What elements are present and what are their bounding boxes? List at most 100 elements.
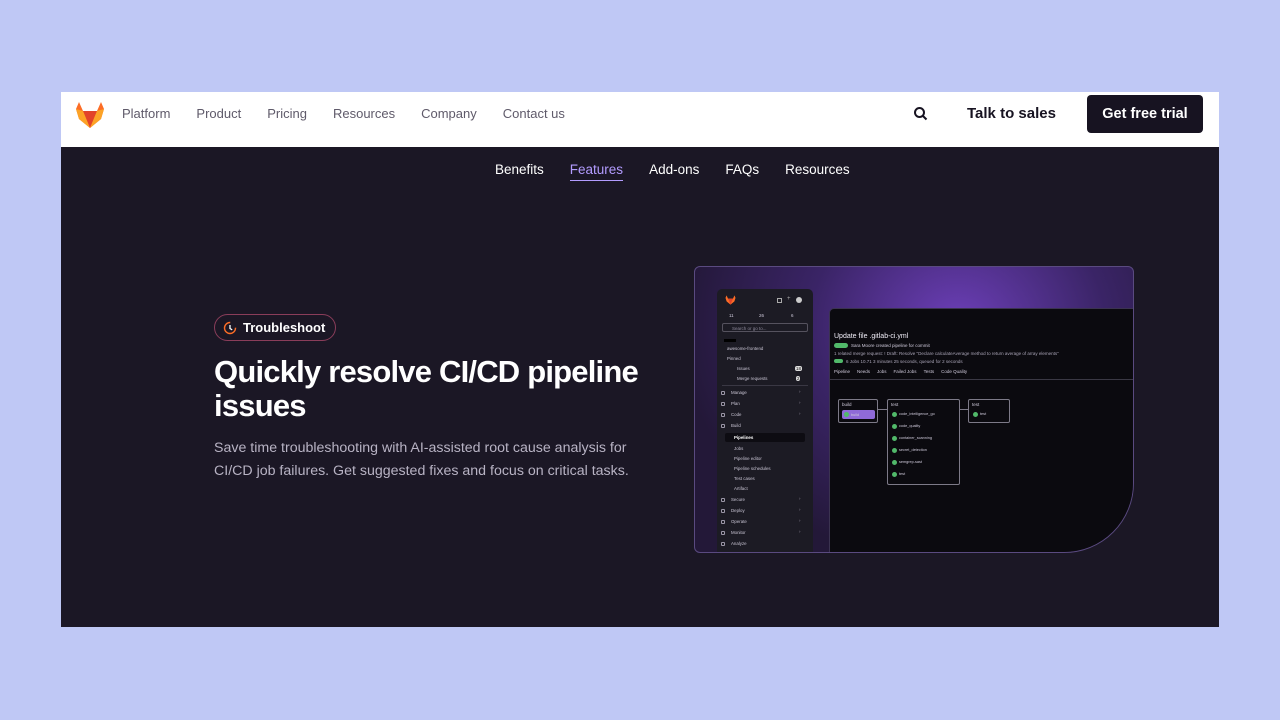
mock-job: test	[973, 410, 986, 418]
mock-test-cases: Test cases	[734, 476, 755, 481]
mock-search-placeholder: Search or go to...	[732, 325, 767, 331]
mock-tabs: Pipeline Needs Jobs Failed Jobs Tests Co…	[834, 369, 967, 374]
success-icon	[844, 412, 849, 417]
mock-operate-icon	[721, 520, 725, 524]
page-frame: Platform Product Pricing Resources Compa…	[61, 92, 1219, 627]
mock-operate: Operate	[731, 519, 747, 524]
nav-product[interactable]: Product	[196, 106, 241, 121]
success-icon	[892, 459, 897, 465]
subnav-faqs[interactable]: FAQs	[725, 162, 759, 181]
troubleshoot-badge: Troubleshoot	[214, 314, 337, 341]
mock-chevron-icon: ›	[799, 496, 801, 501]
mock-job: test	[892, 470, 905, 478]
mock-job-label: code_intelligence_go	[899, 412, 935, 416]
get-free-trial-button[interactable]: Get free trial	[1087, 95, 1203, 133]
mock-code: Code	[731, 412, 742, 417]
success-icon	[892, 435, 897, 441]
nav-company[interactable]: Company	[421, 106, 477, 121]
mock-tab-failed-jobs: Failed Jobs	[893, 369, 917, 374]
mock-job: secret_detection	[892, 446, 927, 454]
mock-issues: Issues	[737, 366, 750, 371]
nav-pricing[interactable]: Pricing	[267, 106, 307, 121]
gitlab-logo[interactable]	[75, 101, 105, 129]
subnav-resources[interactable]: Resources	[785, 162, 850, 181]
mock-pipeline-editor: Pipeline editor	[734, 456, 762, 461]
mock-count-2: 26	[759, 313, 765, 318]
mock-divider	[724, 339, 736, 342]
mock-status-pill	[834, 359, 843, 363]
top-navbar: Platform Product Pricing Resources Compa…	[61, 92, 1219, 147]
success-icon	[892, 423, 897, 429]
mock-pipeline-meta: Sara Moore created pipeline for commit	[851, 343, 930, 348]
mock-plan-icon	[721, 402, 725, 406]
search-icon[interactable]	[911, 104, 931, 124]
mock-artifact: Artifact	[734, 486, 748, 491]
mock-search-box: Search or go to...	[722, 323, 808, 332]
nav-platform[interactable]: Platform	[122, 106, 170, 121]
mock-connector	[878, 409, 887, 410]
mock-pipelines: Pipelines	[734, 435, 754, 440]
mock-passed-badge	[834, 343, 848, 348]
mock-project-name: awesome-frontend	[727, 346, 764, 351]
mock-job: semgrep-sast	[892, 458, 922, 466]
mock-monitor: Monitor	[731, 530, 746, 535]
mock-chevron-icon: ›	[799, 400, 801, 405]
subnav-benefits[interactable]: Benefits	[495, 162, 544, 181]
mock-pipeline-title: Update file .gitlab-ci.yml	[834, 333, 909, 340]
mock-plan: Plan	[731, 401, 740, 406]
mock-tab-pipeline: Pipeline	[834, 369, 851, 374]
product-screenshot: + 11 26 6 Search or go to... awesome-fro…	[694, 266, 1134, 553]
mock-sidebar: + 11 26 6 Search or go to... awesome-fro…	[717, 289, 813, 552]
mock-chevron-icon: ›	[799, 529, 801, 534]
mock-stage-test-2: test test	[968, 399, 1010, 423]
mock-stage-label: build	[842, 402, 852, 407]
mock-chevron-icon: ›	[799, 518, 801, 523]
subnav-add-ons[interactable]: Add-ons	[649, 162, 699, 181]
success-icon	[973, 411, 978, 417]
mock-secure-icon	[721, 498, 725, 502]
mock-job-label: build	[851, 412, 860, 417]
mock-job-label: test	[899, 472, 906, 476]
mock-job-label: secret_detection	[899, 448, 927, 452]
nav-resources[interactable]: Resources	[333, 106, 395, 121]
mock-stage-label: test	[891, 402, 899, 407]
mock-plus-icon: +	[787, 296, 791, 302]
section-subnav: Benefits Features Add-ons FAQs Resources	[495, 162, 876, 181]
mock-analyze-icon	[721, 542, 725, 546]
talk-to-sales-link[interactable]: Talk to sales	[967, 105, 1056, 122]
mock-job: code_quality	[892, 422, 920, 430]
subnav-features[interactable]: Features	[569, 162, 624, 181]
mock-pinned: Pinned	[727, 356, 741, 361]
mock-code-icon	[721, 413, 725, 417]
mock-chevron-icon: ›	[799, 411, 801, 416]
hero-title: Quickly resolve CI/CD pipeline issues	[214, 354, 639, 423]
mock-mr-count: 2	[796, 376, 801, 381]
mock-jobs: Jobs	[734, 446, 744, 451]
mock-tab-code-quality: Code Quality	[941, 369, 968, 374]
mock-stage-label: test	[972, 402, 980, 407]
mock-job-label: semgrep-sast	[899, 460, 923, 464]
nav-contact-us[interactable]: Contact us	[503, 106, 565, 121]
success-icon	[892, 471, 897, 477]
mock-merge-requests: Merge requests	[737, 376, 768, 381]
mock-deploy: Deploy	[731, 508, 745, 513]
troubleshoot-icon	[223, 321, 237, 334]
mock-deploy-icon	[721, 509, 725, 513]
mock-manage: Manage	[731, 390, 747, 395]
mock-job: code_intelligence_go	[892, 410, 935, 418]
mock-tab-tests: Tests	[923, 369, 935, 374]
mock-job-label: test	[980, 412, 987, 416]
mock-connector	[960, 409, 968, 410]
mock-logo-icon	[725, 295, 736, 305]
success-icon	[892, 447, 897, 453]
mock-analyze: Analyze	[731, 541, 747, 546]
mock-tab-jobs: Jobs	[877, 369, 887, 374]
mock-build: Build	[731, 423, 741, 428]
mock-count-1: 11	[729, 313, 734, 318]
mock-build-icon	[721, 424, 725, 428]
mock-avatar	[796, 297, 802, 303]
mock-pipeline-schedules: Pipeline schedules	[734, 466, 771, 471]
success-icon	[892, 411, 897, 417]
mock-sep	[722, 385, 808, 386]
main-nav: Platform Product Pricing Resources Compa…	[122, 92, 591, 135]
